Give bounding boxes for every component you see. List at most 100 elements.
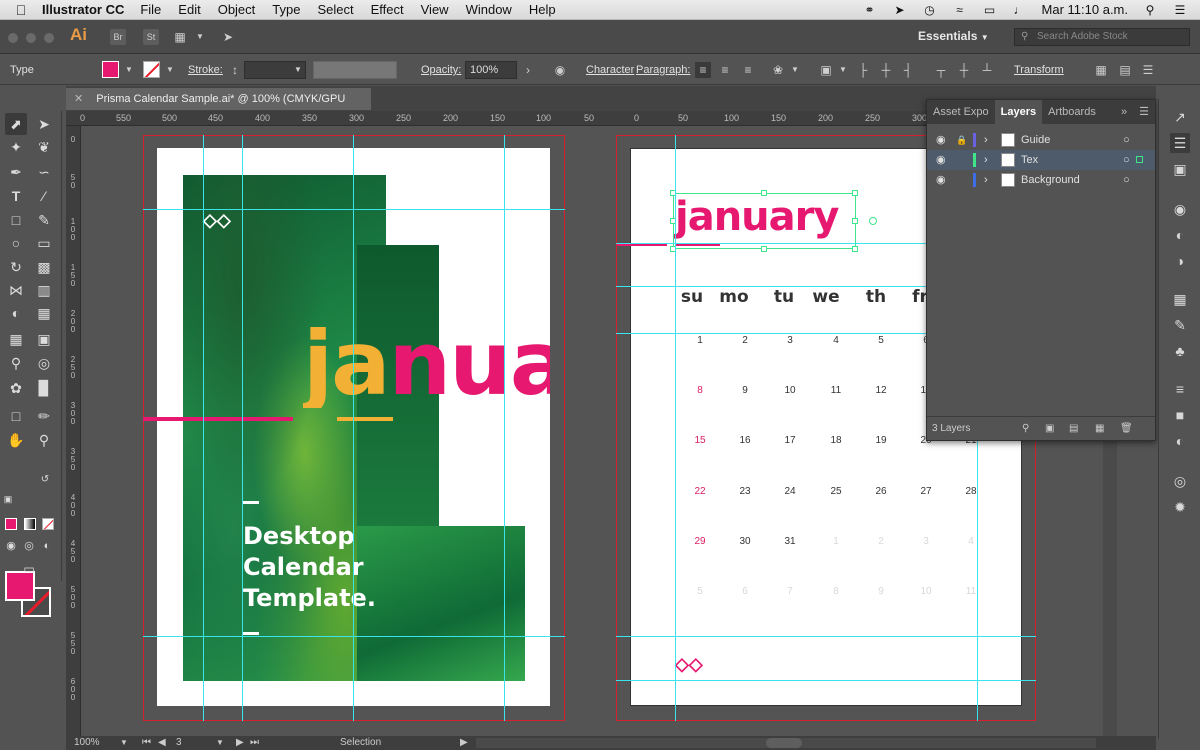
chevron-right-icon[interactable]: ›	[520, 62, 536, 78]
gradient-tool-icon[interactable]: ▣	[33, 328, 55, 350]
app-name-menu[interactable]: Illustrator CC	[42, 2, 124, 17]
gradient-mode-icon[interactable]	[24, 518, 36, 530]
cover-title[interactable]: Desktop Calendar Template.	[243, 521, 376, 614]
screen-mode-icon[interactable]: ▭	[18, 560, 40, 578]
notification-center-icon[interactable]: ☰	[1172, 3, 1188, 17]
symbol-sprayer-tool-icon[interactable]: ✿	[5, 377, 27, 399]
menu-help[interactable]: Help	[529, 2, 556, 17]
vertical-align-bottom-icon[interactable]: ┴	[979, 62, 995, 78]
chevron-down-icon[interactable]: ▼	[120, 736, 128, 750]
guide-line[interactable]	[616, 680, 1036, 681]
selection-tool-icon[interactable]: ⬈	[5, 113, 27, 135]
paragraph-link[interactable]: Paragraph:	[636, 64, 690, 76]
appearance-icon[interactable]: ◑	[1170, 251, 1190, 271]
selection-indicator-icon[interactable]	[1136, 156, 1143, 163]
recolor-artwork-icon[interactable]: ◉	[552, 62, 568, 78]
gradient-icon[interactable]: ■	[1170, 405, 1190, 425]
hand-tool-icon[interactable]: ✋	[5, 429, 27, 451]
wifi-icon[interactable]: ≈	[952, 3, 968, 17]
chevron-down-icon[interactable]: ▼	[787, 62, 803, 78]
slice-tool-icon[interactable]: ✏	[33, 405, 55, 427]
clipping-mask-icon[interactable]: ▣	[1045, 417, 1054, 441]
gpu-performance-icon[interactable]: ➤	[220, 29, 236, 45]
layer-name[interactable]: Tex	[1021, 150, 1038, 170]
target-icon[interactable]: ○	[1123, 150, 1130, 170]
opacity-field[interactable]: 100%	[465, 61, 517, 79]
guide-line[interactable]	[353, 135, 354, 721]
airplay-icon[interactable]: ▭	[982, 3, 998, 17]
chevron-right-icon[interactable]: ›	[984, 170, 988, 190]
arrange-icon[interactable]: ▤	[1117, 62, 1133, 78]
horizontal-align-left-icon[interactable]: ├	[855, 62, 871, 78]
align-left-icon[interactable]: ≡	[695, 62, 711, 78]
menu-select[interactable]: Select	[317, 2, 353, 17]
stroke-stepper-icon[interactable]: ↕	[227, 62, 243, 78]
workspace-switcher[interactable]: Essentials ▼	[918, 29, 989, 43]
stroke-icon[interactable]: ≡	[1170, 379, 1190, 399]
menubar-clock[interactable]: Mar 11:10 a.m.	[1042, 2, 1128, 17]
chevron-down-icon[interactable]: ▼	[192, 29, 208, 45]
graphic-styles-icon[interactable]: ◎	[1170, 471, 1190, 491]
target-icon[interactable]: ○	[1123, 170, 1130, 190]
new-sublayer-icon[interactable]: ▤	[1069, 417, 1078, 441]
spotlight-search-icon[interactable]: ⚲	[1142, 3, 1158, 17]
locate-object-icon[interactable]: ⚲	[1022, 417, 1029, 441]
type-tool-icon[interactable]: T	[5, 185, 27, 207]
guide-line[interactable]	[242, 135, 243, 721]
bbox-handle[interactable]	[852, 218, 858, 224]
menu-object[interactable]: Object	[218, 2, 256, 17]
mesh-tool-icon[interactable]: ▦	[5, 328, 27, 350]
stock-button[interactable]: St	[143, 29, 159, 45]
previous-artboard-icon[interactable]: ◀	[158, 736, 166, 750]
swatches-icon[interactable]: ▦	[1170, 289, 1190, 309]
vertical-align-top-icon[interactable]: ┬	[933, 62, 949, 78]
document-tab[interactable]: ✕ Prisma Calendar Sample.ai* @ 100% (CMY…	[66, 88, 371, 127]
layer-row-guide[interactable]: ◉ 🔒 › Guide ○	[927, 130, 1155, 150]
first-artboard-icon[interactable]: ⏮	[142, 736, 151, 750]
guide-line[interactable]	[616, 636, 1036, 637]
layers-icon[interactable]: ☰	[1170, 133, 1190, 153]
chevron-down-icon[interactable]: ▼	[835, 62, 851, 78]
text-bounding-box[interactable]	[673, 193, 856, 249]
guide-line[interactable]	[675, 135, 676, 721]
magic-wand-tool-icon[interactable]: ✦	[5, 136, 27, 158]
transform-link[interactable]: Transform	[1014, 64, 1064, 76]
layer-name[interactable]: Background	[1021, 170, 1080, 190]
align-center-icon[interactable]: ≡	[717, 62, 733, 78]
trash-icon[interactable]: 🗑	[1120, 417, 1133, 441]
window-close-button[interactable]	[8, 33, 18, 43]
column-graph-tool-icon[interactable]: ▉	[33, 377, 55, 399]
guide-line[interactable]	[143, 636, 565, 637]
shape-builder-tool-icon[interactable]: ◐	[5, 302, 27, 324]
free-transform-tool-icon[interactable]: ▥	[33, 279, 55, 301]
chevron-down-icon[interactable]: ▼	[216, 736, 224, 750]
control-menu-icon[interactable]: ☰	[1140, 62, 1156, 78]
bbox-handle[interactable]	[852, 190, 858, 196]
puppet-warp-icon[interactable]: ❀	[770, 62, 786, 78]
layer-row-background[interactable]: ◉ › Background ○	[927, 170, 1155, 190]
zoom-level[interactable]: 100%	[74, 736, 100, 750]
status-menu-arrow-icon[interactable]: ▶	[460, 736, 468, 750]
scale-tool-icon[interactable]: ▩	[33, 256, 55, 278]
transparency-icon[interactable]: ◐	[1170, 431, 1190, 451]
color-mode-icon[interactable]	[5, 518, 17, 530]
width-tool-icon[interactable]: ⋈	[5, 279, 27, 301]
draw-behind-icon[interactable]: ◎	[21, 538, 37, 554]
swap-fill-stroke-icon[interactable]: ↺	[38, 473, 52, 487]
location-icon[interactable]: ➤	[892, 3, 908, 17]
lock-icon[interactable]: 🔒	[956, 130, 967, 150]
next-artboard-icon[interactable]: ▶	[236, 736, 244, 750]
eye-icon[interactable]: ◉	[936, 130, 946, 150]
eye-icon[interactable]: ◉	[936, 170, 946, 190]
bridge-button[interactable]: Br	[110, 29, 126, 45]
variable-width-profile[interactable]	[313, 61, 397, 79]
chevron-down-icon[interactable]: ▼	[162, 62, 178, 78]
search-stock-input[interactable]: ⚲ Search Adobe Stock	[1014, 28, 1190, 46]
image-trace-icon[interactable]: ✹	[1170, 497, 1190, 517]
stroke-label[interactable]: Stroke:	[188, 64, 223, 76]
eyedropper-tool-icon[interactable]: ⚲	[5, 352, 27, 374]
opacity-label[interactable]: Opacity:	[421, 64, 461, 76]
window-minimize-button[interactable]	[26, 33, 36, 43]
tab-asset-export[interactable]: Asset Expo	[927, 100, 995, 124]
perspective-grid-tool-icon[interactable]: ▦	[33, 302, 55, 324]
